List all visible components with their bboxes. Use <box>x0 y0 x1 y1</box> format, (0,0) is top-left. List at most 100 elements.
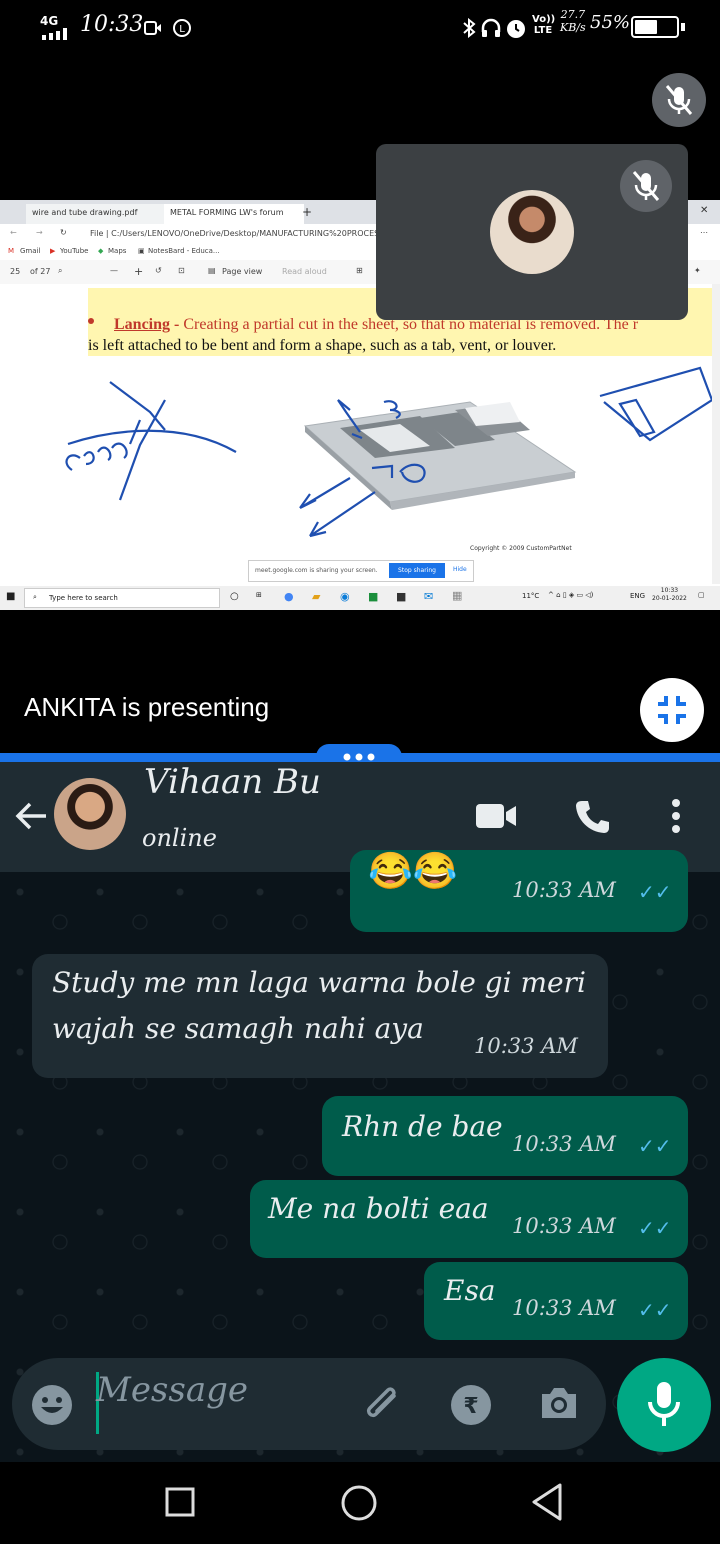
menu-dots-vertical-icon[interactable] <box>668 798 684 834</box>
fullscreen-exit-icon <box>658 696 686 724</box>
camera-icon[interactable] <box>538 1384 580 1422</box>
pin-icon[interactable]: ✦ <box>694 266 701 275</box>
fit-page-icon[interactable]: ⊡ <box>178 266 185 275</box>
status-bar: 4G 10:33 L Vo)) LTE 27.7 KB/s 55% <box>0 0 720 56</box>
signal-icon <box>42 28 67 40</box>
menu-dots-icon[interactable]: ⋯ <box>700 228 708 237</box>
message-time: 10:33 AM <box>512 1296 616 1320</box>
system-nav-bar <box>0 1462 720 1544</box>
read-aloud-button[interactable]: Read aloud <box>282 267 327 276</box>
meet-mute-indicator[interactable] <box>652 73 706 127</box>
volte-indicator: Vo)) LTE <box>532 14 556 36</box>
maps-icon: ◆ <box>98 247 104 255</box>
lancing-keyword: Lancing <box>114 316 171 333</box>
back-icon[interactable]: ← <box>10 228 17 237</box>
message-input[interactable]: Message <box>96 1370 248 1410</box>
video-call-icon[interactable] <box>474 800 518 832</box>
share-notice-text: meet.google.com is sharing your screen. <box>255 567 378 574</box>
read-ticks-icon: ✓✓ <box>638 880 672 904</box>
whatsapp-chat: Vihaan Bu online 😂😂 10:33 AM ✓✓ Study me… <box>0 762 720 1462</box>
store-icon[interactable]: ■ <box>368 590 378 603</box>
message-text-line2: wajah se samagh nahi aya <box>52 1012 424 1045</box>
svg-text:₹: ₹ <box>463 1394 478 1419</box>
tray-icons[interactable]: ^ ⌂ ▯ ◈ ▭ ◁) <box>548 591 593 599</box>
rotate-icon[interactable]: ↺ <box>155 266 162 275</box>
forward-icon[interactable]: → <box>36 228 43 237</box>
lancing-text-2: is left attached to be bent and form a s… <box>88 337 557 354</box>
bookmark-gmail[interactable]: Gmail <box>20 247 40 255</box>
back-arrow-icon[interactable] <box>14 800 50 832</box>
data-saver-icon: L <box>173 19 191 37</box>
copyright-text: Copyright © 2009 CustomPartNet <box>470 545 572 552</box>
pdf-scrollbar[interactable] <box>712 284 720 584</box>
task-view-icon[interactable]: ⊞ <box>256 591 262 599</box>
mail-icon[interactable]: ✉ <box>424 590 433 603</box>
recents-icon[interactable] <box>164 1486 196 1518</box>
notesbard-icon: ▣ <box>138 247 145 255</box>
address-url[interactable]: File | C:/Users/LENOVO/OneDrive/Desktop/… <box>90 229 392 238</box>
edge-icon[interactable]: ◉ <box>340 590 350 603</box>
svg-text:L: L <box>179 24 185 35</box>
pdf-search-icon[interactable]: ⌕ <box>58 266 62 276</box>
hide-button[interactable]: Hide <box>453 566 467 573</box>
draw-icon[interactable]: ⊞ <box>356 266 363 275</box>
contact-name[interactable]: Vihaan Bu <box>144 762 321 802</box>
app2-icon[interactable]: ▦ <box>452 589 462 602</box>
message-text: Rhn de bae <box>342 1110 503 1143</box>
stop-sharing-button[interactable]: Stop sharing <box>389 563 445 578</box>
bookmark-maps[interactable]: Maps <box>108 247 126 255</box>
cortana-icon[interactable]: ○ <box>230 591 239 602</box>
zoom-out-icon[interactable]: — <box>110 266 118 275</box>
windows-start-icon[interactable]: ■ <box>6 591 15 602</box>
voice-message-button[interactable] <box>617 1358 711 1452</box>
read-ticks-icon: ✓✓ <box>638 1298 672 1322</box>
message-text: Me na bolti eaa <box>268 1192 489 1225</box>
battery-icon <box>631 16 685 38</box>
contact-avatar[interactable] <box>54 778 126 850</box>
page-view-icon[interactable]: ▤ <box>208 266 216 275</box>
gmail-icon: M <box>8 247 15 255</box>
message-in[interactable]: Study me mn laga warna bole gi meri waja… <box>32 954 608 1078</box>
taskbar-clock[interactable]: 10:33 20-01-2022 <box>652 587 687 603</box>
screen-share-notice: meet.google.com is sharing your screen. … <box>248 560 474 582</box>
home-icon[interactable] <box>340 1484 378 1522</box>
chrome-icon[interactable]: ● <box>284 590 294 603</box>
network-speed: 27.7 KB/s <box>560 8 586 34</box>
browser-tab-active[interactable]: METAL FORMING LW's forum <box>164 204 304 224</box>
lancing-dash: - <box>170 316 184 333</box>
mic-icon <box>648 1382 680 1426</box>
browser-tab[interactable]: wire and tube drawing.pdf <box>26 204 166 224</box>
youtube-icon: ▶ <box>50 247 56 255</box>
headphones-icon <box>481 18 501 37</box>
message-text: Esa <box>444 1274 496 1307</box>
attach-icon[interactable] <box>360 1382 406 1428</box>
bookmark-notesbard[interactable]: NotesBard - Educa... <box>148 247 220 255</box>
message-time: 10:33 AM <box>512 1132 616 1156</box>
zoom-in-icon[interactable]: + <box>134 265 143 278</box>
reload-icon[interactable]: ↻ <box>60 228 67 237</box>
back-nav-icon[interactable] <box>528 1482 566 1522</box>
emoji-icon[interactable] <box>30 1383 74 1427</box>
notification-icon[interactable]: ▢ <box>698 591 705 599</box>
page-number-field[interactable]: 25 <box>10 267 20 276</box>
file-explorer-icon[interactable]: ▰ <box>312 590 320 603</box>
close-window-icon[interactable]: ✕ <box>700 205 708 216</box>
participant-mute-indicator <box>620 160 672 212</box>
page-view-button[interactable]: Page view <box>222 267 262 276</box>
message-time: 10:33 AM <box>512 878 616 902</box>
taskbar-search[interactable]: ⌕ Type here to search <box>24 588 220 608</box>
presenting-label: ANKITA is presenting <box>24 692 270 722</box>
weather-text: 11°C <box>522 592 540 600</box>
message-out[interactable]: Rhn de bae 10:33 AM ✓✓ <box>322 1096 688 1176</box>
voice-call-icon[interactable] <box>574 798 610 834</box>
new-tab-icon[interactable]: + <box>302 205 312 219</box>
message-out[interactable]: Me na bolti eaa 10:33 AM ✓✓ <box>250 1180 688 1258</box>
payment-icon[interactable]: ₹ <box>450 1384 492 1426</box>
language-indicator[interactable]: ENG <box>630 592 645 600</box>
message-out[interactable]: Esa 10:33 AM ✓✓ <box>424 1262 688 1340</box>
app-icon[interactable]: ■ <box>396 590 406 603</box>
exit-fullscreen-button[interactable] <box>640 678 704 742</box>
bookmark-youtube[interactable]: YouTube <box>60 247 88 255</box>
message-out[interactable]: 😂😂 10:33 AM ✓✓ <box>350 850 688 932</box>
bluetooth-icon <box>463 18 476 38</box>
